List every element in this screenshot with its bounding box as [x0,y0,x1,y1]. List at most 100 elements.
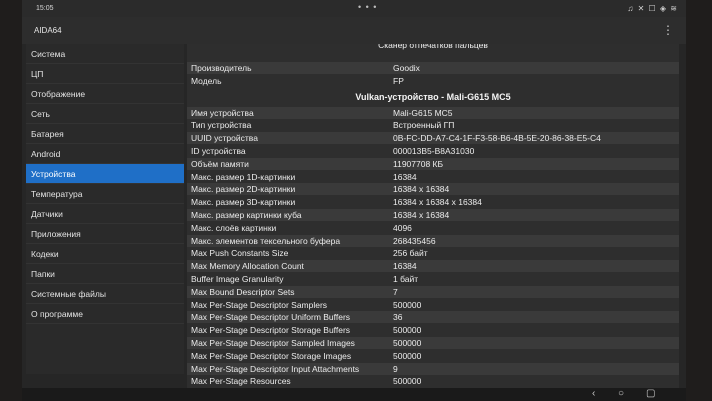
property-value: 500000 [393,325,422,336]
category-sidebar: Система ЦП Отображение Сеть Батарея Android Ус… [26,44,184,374]
recents-icon[interactable]: ▢ [646,388,655,399]
property-row[interactable]: Имя устройства Mali-G615 MC5 [187,106,679,119]
taskbar-dock [284,395,494,401]
property-key: Max Per-Stage Descriptor Sampled Images [191,338,355,348]
property-value: FP [393,75,404,86]
property-row[interactable]: Макс. размер картинки куба 16384 x 16384 [187,209,679,221]
property-row[interactable]: Max Per-Stage Resources 500000 [187,375,679,387]
sidebar-item[interactable]: Батарея [26,124,184,144]
home-icon[interactable]: ○ [618,388,624,399]
property-key: Производитель [191,63,252,73]
status-time: 15:05 [36,5,54,12]
property-value: Goodix [393,63,420,73]
overflow-menu-icon[interactable]: ⋮ [662,23,674,37]
app-title: AIDA64 [34,26,62,35]
property-row[interactable]: Max Per-Stage Descriptor Uniform Buffers… [187,311,679,324]
property-row[interactable]: Производитель Goodix [187,62,679,74]
property-key: Max Per-Stage Descriptor Storage Images [191,350,352,361]
sidebar-item[interactable]: Android [26,144,184,164]
property-row[interactable]: Макс. размер 3D-картинки 16384 x 16384 x … [187,196,679,208]
section-header-fingerprint: Сканер отпечатков пальцев [378,44,488,50]
property-row[interactable]: Max Per-Stage Descriptor Input Attachmen… [187,362,679,375]
status-bar: 15:05 • • • ♫ ✕ ☐ ◈ ≋ [22,0,686,17]
property-value: 36 [393,312,403,323]
property-value: Mali-G615 MC5 [393,107,453,118]
property-row[interactable]: Max Per-Stage Descriptor Storage Buffers… [187,324,679,336]
property-key: Buffer Image Granularity [191,274,284,284]
property-value: 16384 [393,171,417,182]
property-value: 0B-FC-DD-A7-C4-1F-F3-58-B6-4B-5E-20-86-3… [393,133,601,144]
property-value: 500000 [393,299,422,310]
property-value: 000013B5-B8A31030 [393,146,475,156]
sidebar-item[interactable]: ЦП [26,64,184,84]
property-key: Max Per-Stage Descriptor Storage Buffers [191,325,351,336]
property-key: UUID устройства [191,133,258,144]
property-row[interactable]: ID устройства 000013B5-B8A31030 [187,145,679,157]
property-key: Max Bound Descriptor Sets [191,286,295,297]
property-value: 16384 [393,261,417,272]
property-value: Встроенный ГП [393,120,455,131]
property-value: 4096 [393,222,412,233]
property-row[interactable]: Макс. элементов тексельного буфера 268435… [187,234,679,247]
sidebar-item[interactable]: Температура [26,184,184,204]
property-row[interactable]: Объём памяти 11907708 КБ [187,157,679,170]
sidebar-item[interactable]: Система [26,44,184,64]
details-panel[interactable]: Сканер отпечатков пальцев Производитель G… [187,44,679,394]
property-row[interactable]: Max Per-Stage Descriptor Sampled Images 5… [187,337,679,349]
property-key: Тип устройства [191,120,252,131]
property-value: 16384 x 16384 [393,184,450,195]
property-row[interactable]: UUID устройства 0B-FC-DD-A7-C4-1F-F3-58-B… [187,132,679,145]
property-key: Макс. слоёв картинки [191,222,277,233]
property-value: 9 [393,363,398,374]
property-key: Имя устройства [191,107,254,118]
property-value: 16384 x 16384 [393,210,450,220]
sidebar-item[interactable]: Сеть [26,104,184,124]
property-value: 256 байт [393,248,428,259]
property-value: 500000 [393,350,422,361]
property-row[interactable]: Max Memory Allocation Count 16384 [187,260,679,273]
property-row[interactable]: Max Per-Stage Descriptor Samplers 500000 [187,299,679,311]
property-row[interactable]: Модель FP [187,75,679,87]
property-row[interactable]: Макс. размер 1D-картинки 16384 [187,171,679,183]
property-row[interactable]: Max Per-Stage Descriptor Storage Images 5… [187,350,679,362]
property-key: Max Per-Stage Descriptor Uniform Buffers [191,312,351,323]
property-value: 268435456 [393,235,436,246]
property-key: Max Per-Stage Resources [191,376,291,387]
property-key: Объём памяти [191,158,249,169]
property-value: 11907708 КБ [393,158,444,169]
property-key: Max Per-Stage Descriptor Samplers [191,299,328,310]
sidebar-item[interactable]: Датчики [26,204,184,224]
property-key: Макс. размер картинки куба [191,210,302,220]
sidebar-item[interactable]: Кодеки [26,244,184,264]
property-key: ID устройства [191,146,246,156]
property-row[interactable]: Тип устройства Встроенный ГП [187,119,679,131]
property-key: Макс. размер 2D-картинки [191,184,296,195]
property-key: Макс. элементов тексельного буфера [191,235,341,246]
sidebar-item[interactable]: Устройства [26,164,184,184]
sidebar-item[interactable]: Отображение [26,84,184,104]
property-key: Max Per-Stage Descriptor Input Attachmen… [191,363,360,374]
property-value: 500000 [393,376,422,387]
property-row[interactable]: Max Bound Descriptor Sets 7 [187,285,679,298]
sidebar-item[interactable]: О программе [26,304,184,324]
device-screen: 15:05 • • • ♫ ✕ ☐ ◈ ≋ AIDA64 ⋮ Система ЦП… [22,0,686,401]
sidebar-item[interactable]: Системные файлы [26,284,184,304]
multiwindow-dots[interactable]: • • • [358,2,377,12]
property-key: Max Memory Allocation Count [191,261,304,272]
property-row[interactable]: Макс. размер 2D-картинки 16384 x 16384 [187,183,679,196]
property-key: Модель [191,75,222,86]
back-icon[interactable]: ‹ [592,388,595,399]
sidebar-item[interactable]: Приложения [26,224,184,244]
property-value: 1 байт [393,274,419,284]
app-bar: AIDA64 ⋮ [22,17,686,44]
property-row[interactable]: Макс. слоёв картинки 4096 [187,222,679,234]
property-row[interactable]: Buffer Image Granularity 1 байт [187,273,679,285]
property-key: Max Push Constants Size [191,248,289,259]
property-key: Макс. размер 1D-картинки [191,171,296,182]
property-value: 500000 [393,338,422,348]
sidebar-item[interactable]: Папки [26,264,184,284]
property-value: 16384 x 16384 x 16384 [393,197,482,208]
property-value: 7 [393,286,398,297]
status-icons: ♫ ✕ ☐ ◈ ≋ [627,4,678,13]
property-row[interactable]: Max Push Constants Size 256 байт [187,247,679,259]
